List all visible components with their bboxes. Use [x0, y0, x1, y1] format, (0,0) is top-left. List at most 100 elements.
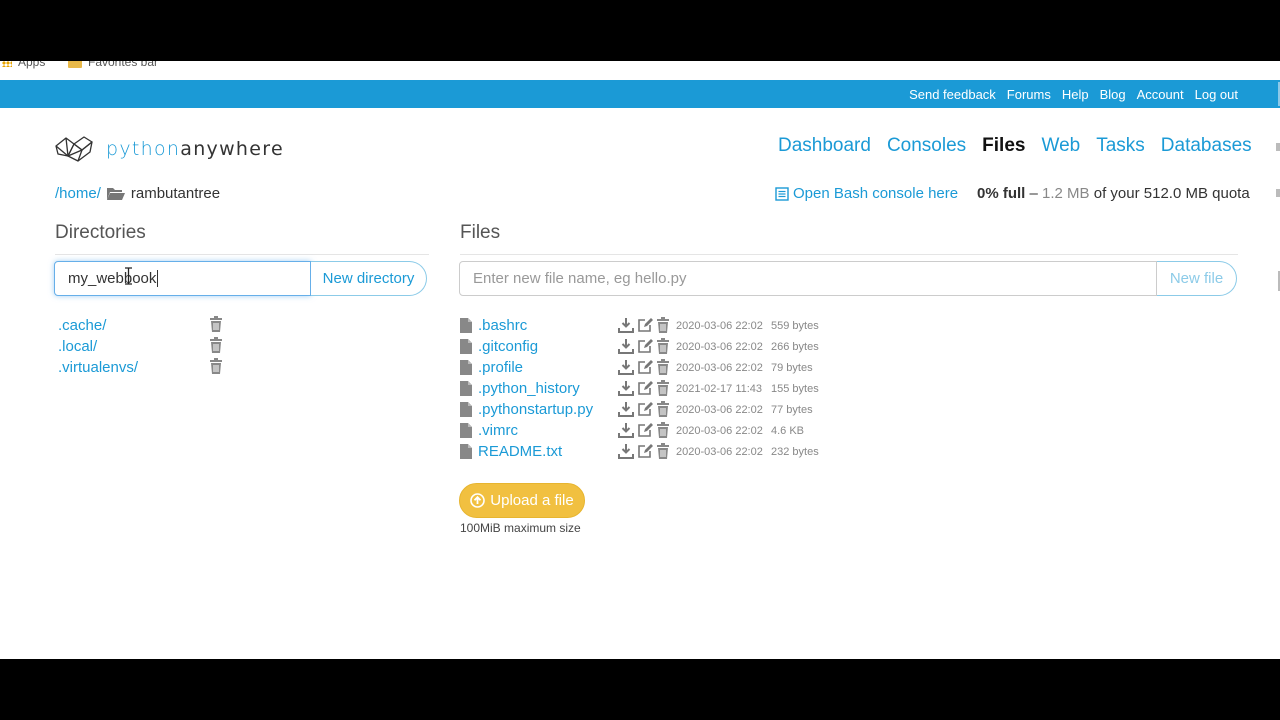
- help-link[interactable]: Help: [1062, 87, 1089, 102]
- file-size: 155 bytes: [771, 383, 819, 395]
- nav-tasks[interactable]: Tasks: [1096, 135, 1145, 157]
- trash-icon[interactable]: [209, 316, 223, 332]
- file-link[interactable]: .gitconfig: [478, 338, 538, 355]
- file-actions: [618, 338, 670, 358]
- new-file-form: Enter new file name, eg hello.py New fil…: [459, 261, 1237, 296]
- file-row: .profile 2020-03-06 22:02 79 bytes: [460, 359, 860, 380]
- trash-icon[interactable]: [656, 359, 670, 379]
- logo[interactable]: pythonanywhere: [54, 134, 284, 164]
- file-date: 2020-03-06 22:02: [676, 404, 763, 416]
- directories-title: Directories: [55, 222, 429, 255]
- trash-icon[interactable]: [209, 358, 223, 374]
- download-icon[interactable]: [618, 359, 634, 379]
- letterbox-top: [0, 0, 1280, 61]
- edit-icon[interactable]: [637, 338, 653, 358]
- bookmarks-bar: Apps Favorites bar: [0, 61, 1280, 80]
- edit-icon[interactable]: [637, 422, 653, 442]
- trash-icon[interactable]: [656, 317, 670, 337]
- file-actions: [618, 443, 670, 463]
- account-link[interactable]: Account: [1137, 87, 1184, 102]
- new-directory-input[interactable]: my_webbook: [54, 261, 311, 296]
- open-bash-console-label: Open Bash console here: [793, 185, 959, 202]
- upload-file-label: Upload a file: [490, 492, 574, 509]
- quota-used: 1.2 MB: [1042, 185, 1090, 202]
- edit-icon[interactable]: [637, 359, 653, 379]
- upload-file-button[interactable]: Upload a file: [459, 483, 585, 518]
- trash-icon[interactable]: [656, 338, 670, 358]
- apps-grid-icon: [2, 61, 12, 67]
- letterbox-bottom: [0, 659, 1280, 720]
- file-date: 2020-03-06 22:02: [676, 341, 763, 353]
- file-size: 266 bytes: [771, 341, 819, 353]
- file-size: 232 bytes: [771, 446, 819, 458]
- quota-status: 0% full – 1.2 MB of your 512.0 MB quota: [977, 185, 1250, 202]
- file-actions: [618, 401, 670, 421]
- folder-open-icon: [106, 188, 125, 200]
- trash-icon[interactable]: [656, 422, 670, 442]
- file-link[interactable]: .bashrc: [478, 317, 527, 334]
- file-actions: [618, 359, 670, 379]
- open-bash-console-link[interactable]: Open Bash console here: [775, 185, 958, 202]
- breadcrumb: /home/ rambutantree: [55, 185, 220, 202]
- logo-text-python: python: [106, 138, 181, 160]
- download-icon[interactable]: [618, 401, 634, 421]
- file-date: 2020-03-06 22:02: [676, 446, 763, 458]
- bookmark-favorites[interactable]: Favorites bar: [68, 61, 158, 69]
- breadcrumb-home-link[interactable]: /home/: [55, 185, 101, 202]
- list-item: .virtualenvs/: [58, 358, 228, 380]
- nav-dashboard[interactable]: Dashboard: [778, 135, 871, 157]
- logout-link[interactable]: Log out: [1195, 87, 1238, 102]
- file-link[interactable]: .vimrc: [478, 422, 518, 439]
- file-actions: [618, 422, 670, 442]
- file-date: 2020-03-06 22:02: [676, 320, 763, 332]
- download-icon[interactable]: [618, 380, 634, 400]
- download-icon[interactable]: [618, 422, 634, 442]
- browser-viewport: Apps Favorites bar Send feedback Forums …: [0, 61, 1280, 659]
- edit-icon[interactable]: [637, 380, 653, 400]
- main-nav: Dashboard Consoles Files Web Tasks Datab…: [778, 135, 1252, 157]
- file-list: .bashrc 2020-03-06 22:02 559 bytes .gitconf…: [460, 317, 860, 464]
- bookmark-favorites-label: Favorites bar: [88, 61, 159, 69]
- download-icon[interactable]: [618, 338, 634, 358]
- directory-link[interactable]: .local/: [58, 338, 97, 355]
- trash-icon[interactable]: [209, 337, 223, 353]
- directory-list: .cache/ .local/ .virtualenvs/: [58, 316, 228, 380]
- logo-text: pythonanywhere: [106, 138, 284, 160]
- file-link[interactable]: .profile: [478, 359, 523, 376]
- nav-databases[interactable]: Databases: [1161, 135, 1252, 157]
- file-link[interactable]: .python_history: [478, 380, 580, 397]
- file-link[interactable]: README.txt: [478, 443, 562, 460]
- new-directory-button[interactable]: New directory: [311, 261, 427, 296]
- directory-link[interactable]: .cache/: [58, 317, 106, 334]
- file-row: .python_history 2021-02-17 11:43 155 bytes: [460, 380, 860, 401]
- upload-size-note: 100MiB maximum size: [460, 521, 581, 535]
- top-bar-links: Send feedback Forums Help Blog Account L…: [909, 80, 1238, 108]
- forums-link[interactable]: Forums: [1007, 87, 1051, 102]
- send-feedback-link[interactable]: Send feedback: [909, 87, 996, 102]
- file-row: .gitconfig 2020-03-06 22:02 266 bytes: [460, 338, 860, 359]
- edit-icon[interactable]: [637, 401, 653, 421]
- edit-icon[interactable]: [637, 317, 653, 337]
- edge-mark: [1276, 143, 1280, 151]
- blog-link[interactable]: Blog: [1100, 87, 1126, 102]
- download-icon[interactable]: [618, 443, 634, 463]
- edit-icon[interactable]: [637, 443, 653, 463]
- directory-link[interactable]: .virtualenvs/: [58, 359, 138, 376]
- file-link[interactable]: .pythonstartup.py: [478, 401, 593, 418]
- file-icon: [460, 360, 472, 379]
- new-directory-form: my_webbook New directory: [54, 261, 427, 296]
- new-file-input[interactable]: Enter new file name, eg hello.py: [459, 261, 1157, 296]
- trash-icon[interactable]: [656, 380, 670, 400]
- nav-files[interactable]: Files: [982, 135, 1025, 157]
- bookmark-apps[interactable]: Apps: [2, 61, 45, 69]
- nav-web[interactable]: Web: [1041, 135, 1080, 157]
- nav-consoles[interactable]: Consoles: [887, 135, 966, 157]
- trash-icon[interactable]: [656, 401, 670, 421]
- file-row: .vimrc 2020-03-06 22:02 4.6 KB: [460, 422, 860, 443]
- files-title: Files: [460, 222, 1238, 255]
- file-actions: [618, 317, 670, 337]
- text-caret: [157, 270, 159, 287]
- new-file-button[interactable]: New file: [1157, 261, 1237, 296]
- download-icon[interactable]: [618, 317, 634, 337]
- trash-icon[interactable]: [656, 443, 670, 463]
